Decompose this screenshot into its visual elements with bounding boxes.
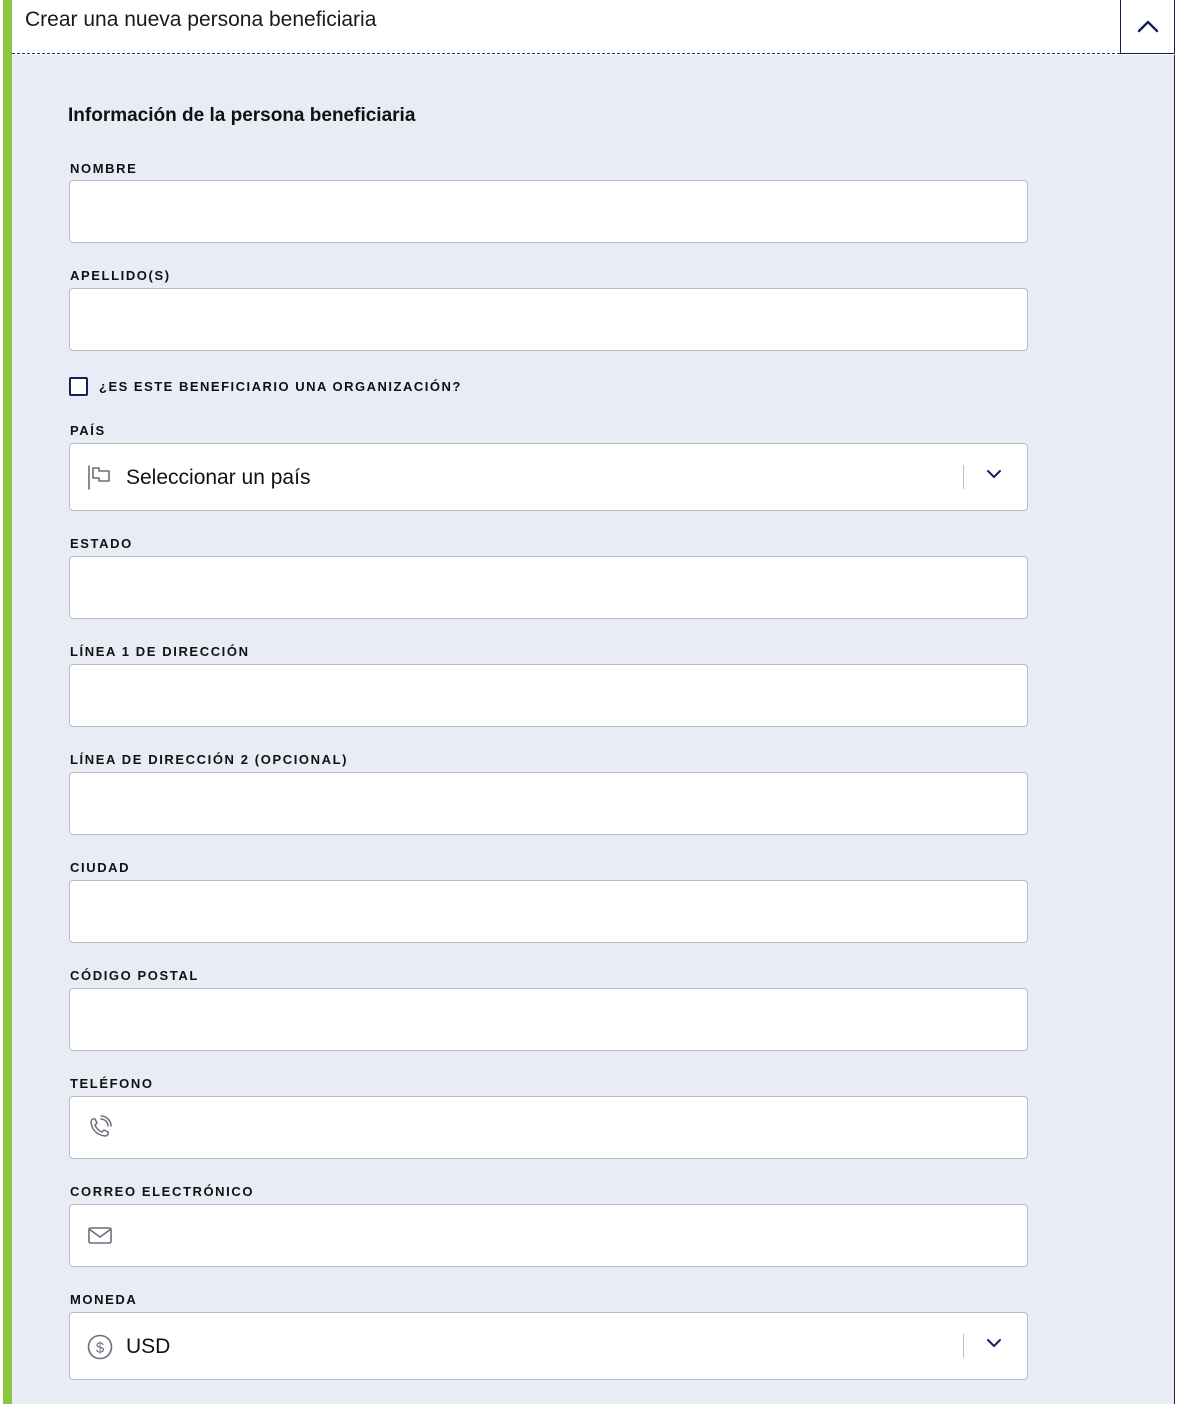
accent-bar xyxy=(3,0,12,1404)
flag-icon xyxy=(88,465,110,490)
postal-code-field[interactable] xyxy=(69,988,1028,1051)
select-divider xyxy=(963,1334,964,1358)
accordion-header[interactable]: Crear una nueva persona beneficiaria xyxy=(12,0,1175,54)
first-name-label: NOMBRE xyxy=(70,161,138,176)
currency-label: MONEDA xyxy=(70,1292,138,1307)
phone-field[interactable] xyxy=(69,1096,1028,1159)
city-label: CIUDAD xyxy=(70,860,131,875)
phone-label: TELÉFONO xyxy=(70,1076,154,1091)
first-name-field[interactable] xyxy=(69,180,1028,243)
address2-label: LÍNEA DE DIRECCIÓN 2 (OPCIONAL) xyxy=(70,752,349,767)
address2-field[interactable] xyxy=(69,772,1028,835)
accordion-title: Crear una nueva persona beneficiaria xyxy=(25,8,377,31)
state-label: ESTADO xyxy=(70,536,133,551)
email-label: CORREO ELECTRÓNICO xyxy=(70,1184,255,1199)
phone-icon xyxy=(90,1115,112,1137)
last-name-label: APELLIDO(S) xyxy=(70,268,171,283)
currency-select-value: USD xyxy=(126,1335,171,1358)
envelope-icon xyxy=(88,1227,112,1244)
email-field[interactable] xyxy=(69,1204,1028,1267)
form-panel: Información de la persona beneficiaria N… xyxy=(12,55,1175,1404)
postal-code-label: CÓDIGO POSTAL xyxy=(70,968,199,983)
last-name-field[interactable] xyxy=(69,288,1028,351)
svg-text:$: $ xyxy=(96,1340,105,1357)
organization-checkbox-label: ¿ES ESTE BENEFICIARIO UNA ORGANIZACIÓN? xyxy=(99,379,462,394)
country-select[interactable]: Seleccionar un país xyxy=(69,443,1028,511)
chevron-down-icon[interactable] xyxy=(986,1337,1002,1349)
select-divider xyxy=(963,465,964,489)
city-field[interactable] xyxy=(69,880,1028,943)
state-field[interactable] xyxy=(69,556,1028,619)
organization-checkbox[interactable] xyxy=(69,377,88,396)
currency-select[interactable]: $ USD xyxy=(69,1312,1028,1380)
dollar-circle-icon: $ xyxy=(87,1334,113,1360)
chevron-up-icon xyxy=(1137,20,1158,33)
chevron-down-icon[interactable] xyxy=(986,468,1002,480)
country-select-value: Seleccionar un país xyxy=(126,466,311,489)
collapse-button[interactable] xyxy=(1120,0,1175,54)
section-title: Información de la persona beneficiaria xyxy=(68,105,416,126)
country-label: PAÍS xyxy=(70,423,106,438)
address1-field[interactable] xyxy=(69,664,1028,727)
address1-label: LÍNEA 1 DE DIRECCIÓN xyxy=(70,644,250,659)
